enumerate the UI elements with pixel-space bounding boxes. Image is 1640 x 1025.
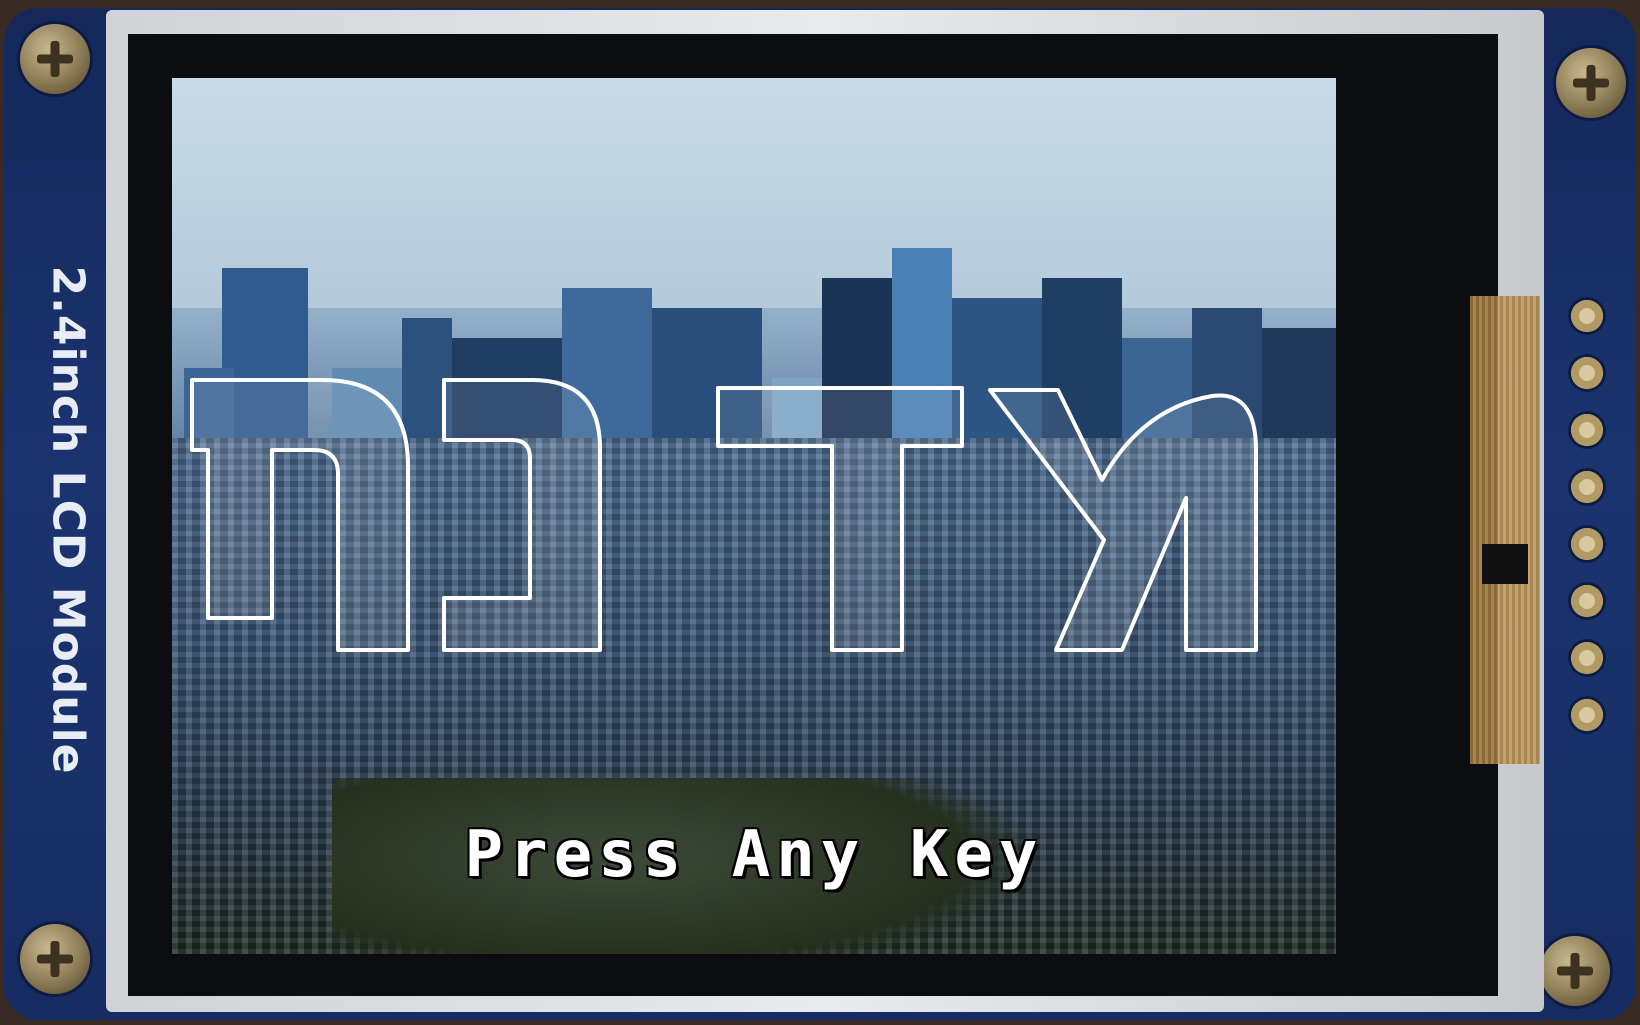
press-any-key-prompt: Press Any Key bbox=[464, 818, 1044, 892]
driver-chip bbox=[1482, 544, 1528, 584]
game-screen[interactable]: Press Any Key bbox=[172, 78, 1336, 954]
pin-icon bbox=[1571, 528, 1603, 560]
pin-icon bbox=[1571, 585, 1603, 617]
flex-cable bbox=[1470, 296, 1540, 764]
board-label: 2.4inch LCD Module bbox=[42, 265, 94, 775]
pin-icon bbox=[1571, 414, 1603, 446]
pin-icon bbox=[1571, 471, 1603, 503]
screw-icon bbox=[1540, 936, 1610, 1006]
header-pins bbox=[1564, 300, 1610, 756]
pin-icon bbox=[1571, 699, 1603, 731]
screw-icon bbox=[20, 24, 90, 94]
pin-icon bbox=[1571, 300, 1603, 332]
screw-icon bbox=[1556, 48, 1626, 118]
pin-icon bbox=[1571, 357, 1603, 389]
screw-icon bbox=[20, 924, 90, 994]
pin-icon bbox=[1571, 642, 1603, 674]
